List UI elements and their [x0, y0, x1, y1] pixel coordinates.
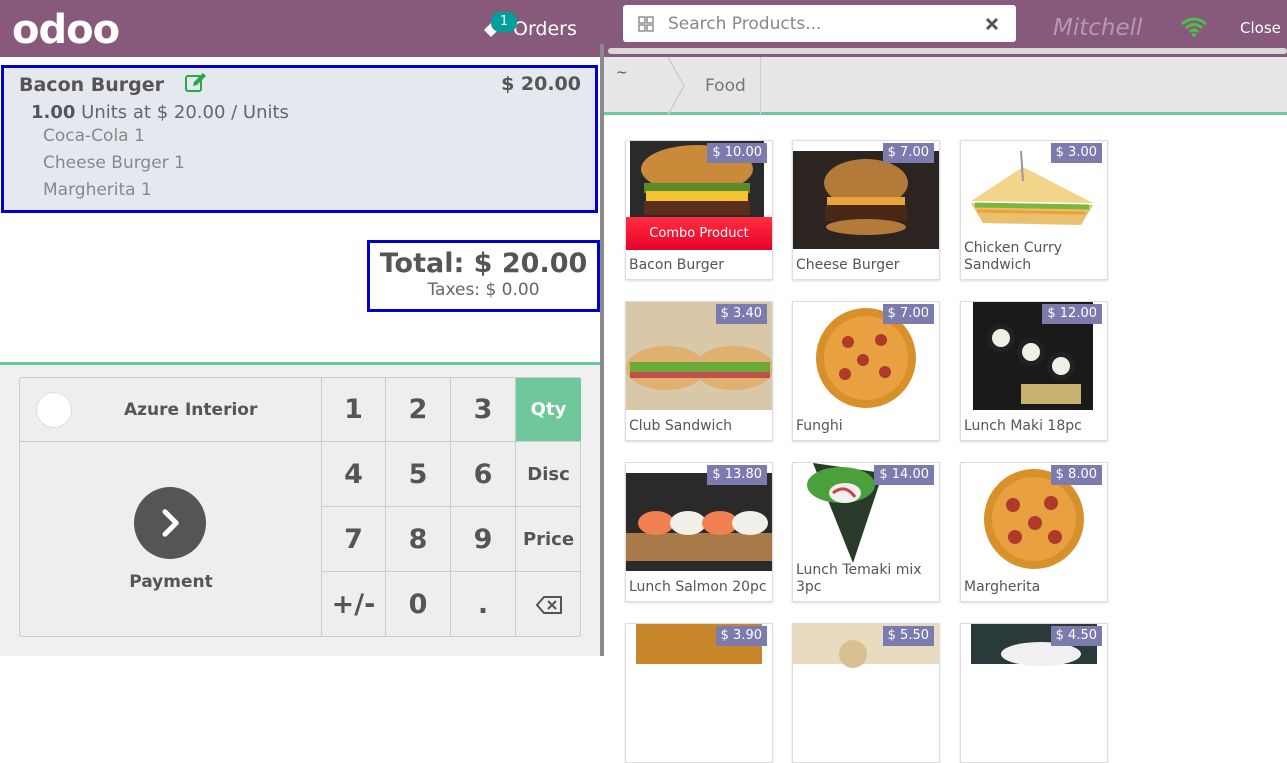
search-input[interactable]	[668, 13, 982, 34]
combo-item: Coca-Cola 1	[43, 126, 145, 146]
order-total: Total: $ 20.00	[379, 248, 588, 279]
product-card[interactable]: Combo Product $ 10.00 Bacon Burger	[625, 140, 773, 280]
order-line-price: $ 20.00	[501, 73, 581, 95]
discount-mode-button[interactable]: Disc	[516, 442, 581, 507]
numpad: 1 2 3 Qty 4 5 6 Disc 7 8 9 Price +/- 0 .	[322, 378, 581, 637]
combo-product-tag: Combo Product	[626, 217, 772, 250]
chevron-right-icon	[134, 487, 206, 559]
price-tag: $ 10.00	[707, 143, 767, 163]
combo-item: Cheese Burger 1	[43, 153, 185, 173]
product-grid: Combo Product $ 10.00 Bacon Burger $ 7.0…	[625, 140, 1285, 763]
key-4[interactable]: 4	[322, 442, 386, 507]
price-mode-button[interactable]: Price	[516, 507, 581, 572]
price-tag: $ 5.50	[882, 626, 934, 646]
price-tag: $ 7.00	[882, 143, 934, 163]
order-line-quantity: 1.00 Units at $ 20.00 / Units	[31, 102, 289, 123]
product-card[interactable]: $ 13.80 Lunch Salmon 20pc	[625, 462, 773, 602]
key-2[interactable]: 2	[386, 378, 451, 442]
control-area: Azure Interior Payment 1 2 3 Qty 4 5 6 D…	[0, 365, 601, 656]
numpad-panel: Azure Interior Payment 1 2 3 Qty 4 5 6 D…	[19, 377, 581, 637]
backspace-icon[interactable]	[516, 572, 581, 637]
key-7[interactable]: 7	[322, 507, 386, 572]
scroll-strip	[604, 44, 1287, 57]
clear-search-icon[interactable]	[982, 14, 1002, 34]
plus-minus-key[interactable]: +/-	[322, 572, 386, 637]
key-0[interactable]: 0	[386, 572, 451, 637]
price-tag: $ 7.00	[882, 304, 934, 324]
price-tag: $ 8.00	[1050, 465, 1102, 485]
key-6[interactable]: 6	[451, 442, 516, 507]
product-card[interactable]: $ 3.90	[625, 623, 773, 763]
avatar	[36, 391, 72, 428]
price-tag: $ 13.80	[707, 465, 767, 485]
customer-name: Azure Interior	[124, 399, 258, 420]
product-panel: ~ Food Combo Product $ 10.00 Bacon Burge…	[604, 44, 1287, 763]
order-line-product: Bacon Burger	[19, 74, 164, 96]
product-card[interactable]: $ 8.00 Margherita	[960, 462, 1108, 602]
product-card[interactable]: $ 5.50	[792, 623, 940, 763]
price-tag: $ 3.40	[715, 304, 767, 324]
key-3[interactable]: 3	[451, 378, 516, 442]
category-breadcrumb: ~ Food	[604, 56, 1287, 116]
product-name: Chicken Curry Sandwich	[964, 240, 1062, 273]
price-tag: $ 4.50	[1050, 626, 1102, 646]
key-1[interactable]: 1	[322, 378, 386, 442]
qty-mode-button[interactable]: Qty	[516, 378, 581, 442]
product-search[interactable]	[623, 5, 1016, 42]
product-name: Funghi	[796, 418, 843, 434]
wifi-icon	[1180, 16, 1208, 38]
key-8[interactable]: 8	[386, 507, 451, 572]
product-card[interactable]: $ 12.00 Lunch Maki 18pc	[960, 301, 1108, 441]
horizontal-scrollbar[interactable]	[608, 48, 1287, 54]
product-card[interactable]: $ 3.00 Chicken Curry Sandwich	[960, 140, 1108, 280]
quantity-value: 1.00	[31, 102, 76, 123]
product-card[interactable]: $ 3.40 Club Sandwich	[625, 301, 773, 441]
key-9[interactable]: 9	[451, 507, 516, 572]
quantity-detail: Units at $ 20.00 / Units	[81, 102, 289, 123]
product-name: Margherita	[964, 579, 1041, 595]
decimal-key[interactable]: .	[451, 572, 516, 637]
product-name: Lunch Maki 18pc	[964, 418, 1082, 434]
price-tag: $ 14.00	[874, 465, 934, 485]
product-name: Bacon Burger	[629, 257, 725, 273]
product-card[interactable]: $ 7.00 Funghi	[792, 301, 940, 441]
price-tag: $ 3.00	[1050, 143, 1102, 163]
price-tag: $ 12.00	[1042, 304, 1102, 324]
order-line[interactable]: Bacon Burger $ 20.00 1.00 Units at $ 20.…	[1, 65, 598, 213]
cashier-name[interactable]: Mitchell Admin	[1053, 12, 1163, 44]
order-taxes: Taxes: $ 0.00	[427, 280, 540, 300]
combo-item: Margherita 1	[43, 180, 152, 200]
product-name: Cheese Burger	[796, 257, 900, 273]
breadcrumb-chevron-icon	[666, 56, 686, 116]
price-tag: $ 3.90	[715, 626, 767, 646]
orders-label: Orders	[513, 18, 577, 40]
odoo-logo: odoo	[12, 7, 120, 53]
grid-icon	[638, 15, 654, 32]
order-panel: Bacon Burger $ 20.00 1.00 Units at $ 20.…	[0, 57, 601, 656]
product-name: Lunch Temaki mix 3pc	[796, 562, 922, 595]
key-5[interactable]: 5	[386, 442, 451, 507]
product-card[interactable]: $ 7.00 Cheese Burger	[792, 140, 940, 280]
product-name: Club Sandwich	[629, 418, 733, 434]
product-card[interactable]: $ 4.50	[960, 623, 1108, 763]
orders-count-badge: 1	[491, 12, 517, 32]
payment-button[interactable]: Payment	[20, 442, 322, 637]
order-summary: Total: $ 20.00 Taxes: $ 0.00	[367, 240, 600, 312]
customer-button[interactable]: Azure Interior	[20, 378, 322, 442]
product-card[interactable]: $ 14.00 Lunch Temaki mix 3pc	[792, 462, 940, 602]
product-name: Lunch Salmon 20pc	[629, 579, 767, 595]
payment-label: Payment	[129, 572, 213, 592]
edit-icon[interactable]	[184, 72, 208, 94]
close-button[interactable]: Close	[1240, 19, 1281, 37]
category-food[interactable]: Food	[686, 57, 761, 115]
